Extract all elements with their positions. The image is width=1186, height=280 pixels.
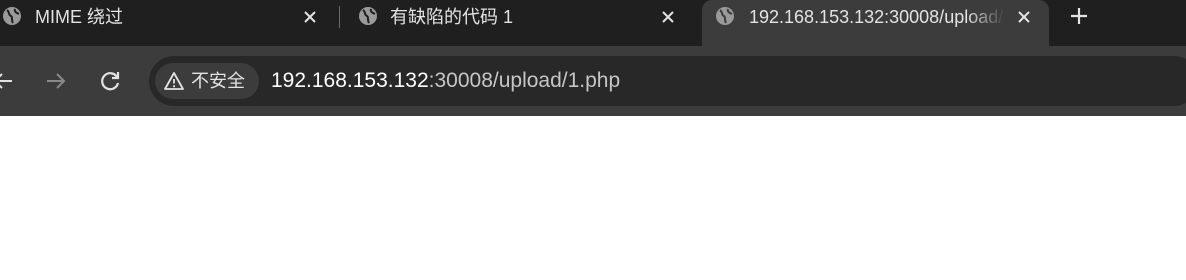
- tab-strip: MIME 绕过 有缺陷的代码 1 192.168.153.132:30008/u…: [0, 0, 1186, 46]
- url-host: 192.168.153.132: [271, 69, 429, 92]
- globe-icon: [359, 7, 377, 25]
- tab-title: 有缺陷的代码 1: [390, 7, 514, 27]
- tab-current-url[interactable]: 192.168.153.132:30008/upload/1.php: [702, 0, 1049, 46]
- close-icon[interactable]: [658, 7, 678, 27]
- page-content: [0, 116, 1186, 280]
- forward-arrow-icon[interactable]: [43, 68, 69, 94]
- new-tab-plus-icon[interactable]: [1068, 5, 1090, 27]
- security-label: 不安全: [191, 71, 245, 91]
- address-bar[interactable]: 不安全 192.168.153.132:30008/upload/1.php: [149, 56, 1186, 106]
- security-chip[interactable]: 不安全: [155, 63, 259, 99]
- tab-divider: [339, 6, 340, 28]
- url-path: :30008/upload/1.php: [428, 69, 621, 92]
- tab-mime-bypass[interactable]: MIME 绕过: [0, 0, 335, 34]
- back-arrow-icon[interactable]: [0, 68, 16, 94]
- tab-defective-code[interactable]: 有缺陷的代码 1: [345, 0, 695, 34]
- globe-icon: [716, 7, 734, 25]
- tab-title: 192.168.153.132:30008/upload/1.php: [749, 7, 1005, 27]
- warning-triangle-icon: [164, 72, 184, 90]
- tab-title: MIME 绕过: [35, 7, 123, 27]
- url-text[interactable]: 192.168.153.132:30008/upload/1.php: [271, 56, 620, 106]
- close-icon[interactable]: [1014, 7, 1034, 27]
- reload-icon[interactable]: [97, 68, 123, 94]
- browser-toolbar: 不安全 192.168.153.132:30008/upload/1.php: [0, 46, 1186, 116]
- globe-icon: [3, 7, 21, 25]
- close-icon[interactable]: [300, 7, 320, 27]
